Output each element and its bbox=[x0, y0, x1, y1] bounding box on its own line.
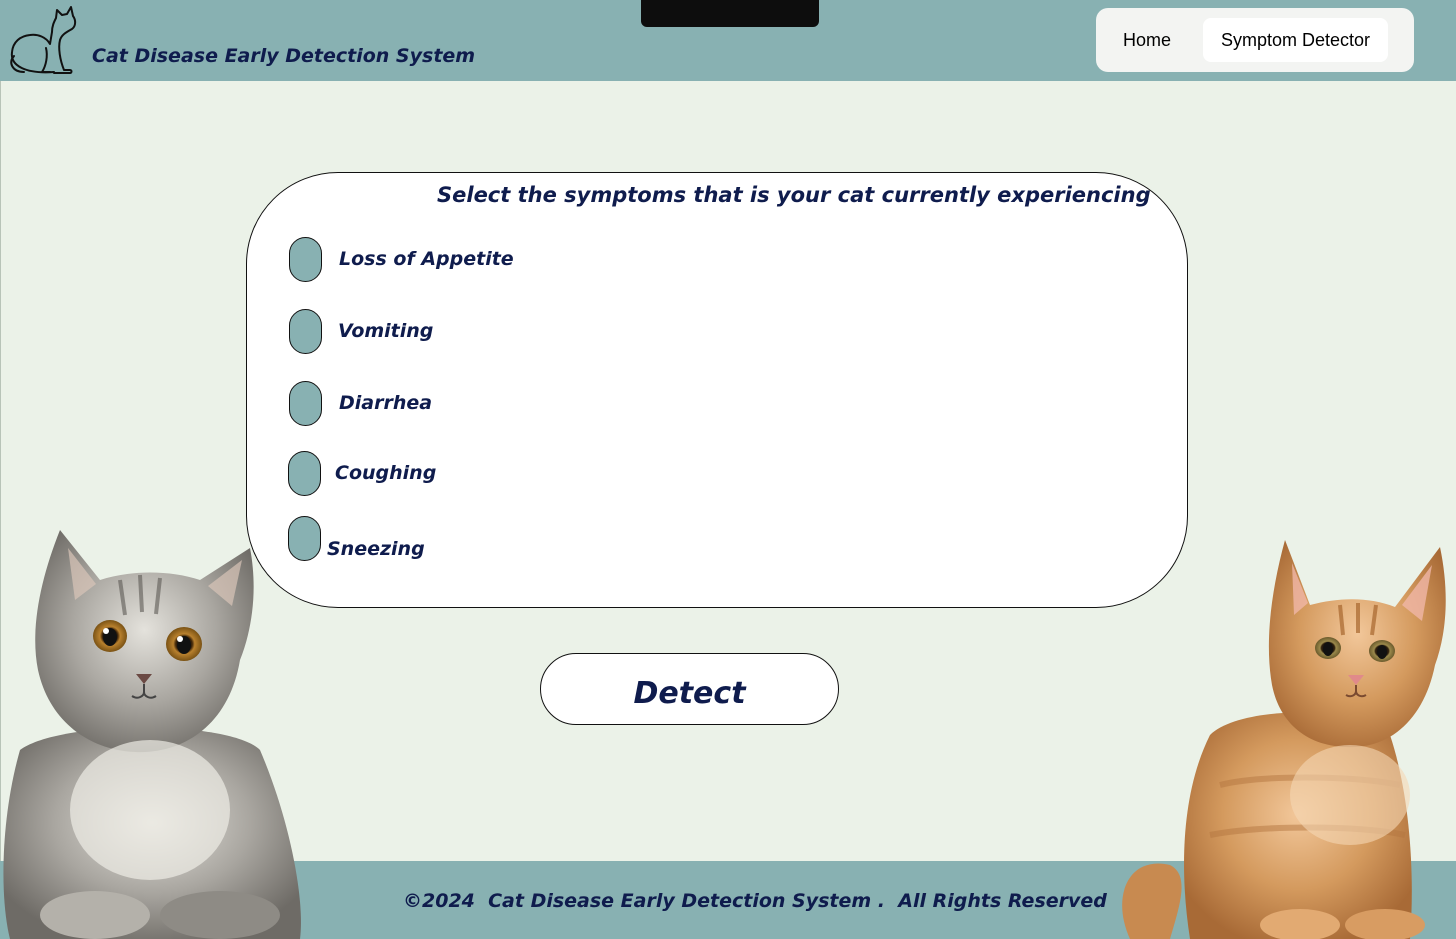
detect-button[interactable]: Detect bbox=[540, 653, 839, 725]
symptom-label: Diarrhea bbox=[339, 392, 433, 414]
grey-cat-photo bbox=[3, 530, 301, 939]
symptom-checkbox[interactable] bbox=[289, 237, 322, 282]
footer-copyright: ©2024 Cat Disease Early Detection System… bbox=[403, 890, 1107, 912]
cat-silhouette-icon bbox=[10, 6, 77, 74]
nav-home-link[interactable]: Home bbox=[1110, 18, 1184, 62]
orange-kitten-photo bbox=[1122, 540, 1446, 939]
app-title: Cat Disease Early Detection System bbox=[92, 45, 476, 67]
nav-symptom-detector-link[interactable]: Symptom Detector bbox=[1203, 18, 1389, 62]
symptom-label: Sneezing bbox=[327, 538, 425, 560]
symptom-checkbox[interactable] bbox=[288, 451, 321, 496]
symptom-label: Loss of Appetite bbox=[339, 248, 514, 270]
symptom-checkbox[interactable] bbox=[289, 309, 322, 354]
form-title: Select the symptoms that is your cat cur… bbox=[437, 183, 1151, 207]
device-camera-notch bbox=[641, 0, 819, 27]
main-nav: Home Symptom Detector bbox=[1096, 8, 1414, 72]
symptom-label: Coughing bbox=[335, 462, 437, 484]
symptom-checkbox[interactable] bbox=[289, 381, 322, 426]
symptom-label: Vomiting bbox=[338, 320, 434, 342]
